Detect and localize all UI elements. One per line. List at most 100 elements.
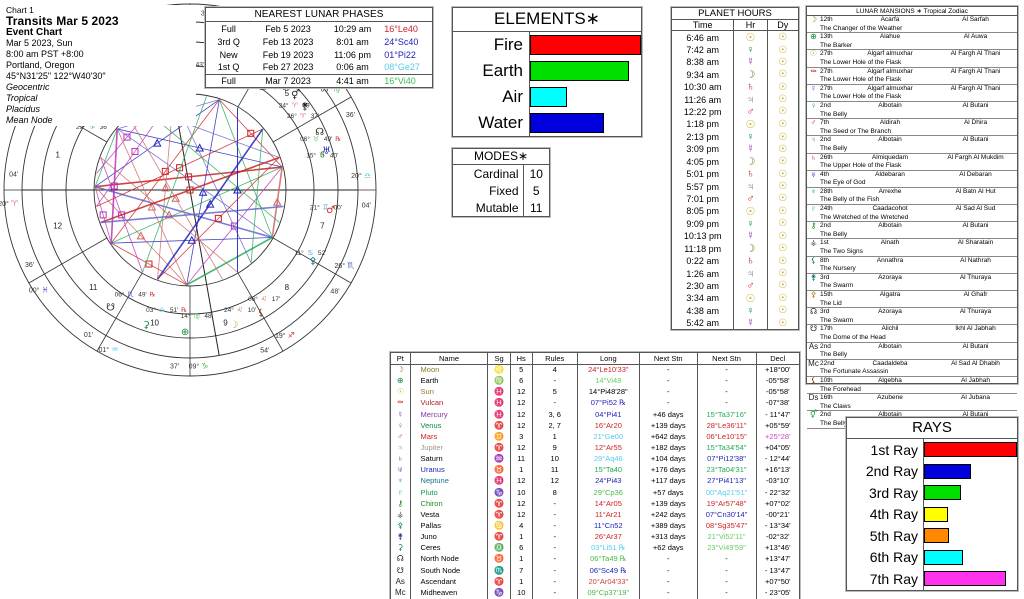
element-row: Water <box>453 110 641 136</box>
planet-rules: - <box>532 542 578 554</box>
planet-placement[interactable]: ⊕14° ♍ 48' <box>181 312 213 338</box>
lunar-mansion-planet-glyph: ♀ <box>810 100 817 110</box>
lunar-mansion-meaning: The Lower Hole of the Flask <box>820 76 902 84</box>
lunar-mansion-arabic: Al Ghafr <box>963 291 988 299</box>
lunar-mansion-main: ☊ 3rd Azoraya Al Thuraya <box>807 308 1017 317</box>
table-row[interactable]: ♅ Uranus ♉ 1 11 15°Ta40 +176 days 23°Ta04'31" +1… <box>391 464 799 476</box>
aspect-line <box>111 242 187 286</box>
planet-hour-time: 12:22 pm <box>672 105 735 118</box>
lunar-phases-title: NEAREST LUNAR PHASES <box>206 8 432 22</box>
table-row[interactable]: ☿ Mercury ♓ 12 3, 6 04°Pi41 +46 days 15°Ta37'16… <box>391 408 799 420</box>
table-row[interactable]: ♄ Saturn ♒ 11 10 29°Aq46 +104 days 07°Pi12'38" -… <box>391 453 799 465</box>
table-row[interactable]: ♃ Jupiter ♈ 12 9 12°Ar55 +182 days 15°Ta34'54" +… <box>391 441 799 454</box>
lunar-mansion-planet-glyph: ⊕ <box>810 32 817 42</box>
aspect-line <box>157 157 280 280</box>
lunar-mansion-main: Mc 22nd Caadaldeba Al Sad Al Dhabih <box>807 359 1017 369</box>
planet-rules: - <box>532 497 578 509</box>
lunar-mansion-row: Mc 22nd Caadaldeba Al Sad Al Dhabih The Fort… <box>807 359 1017 377</box>
table-row[interactable]: ☉ Sun ♓ 12 5 14°Pi48'28" - - -05°58' <box>391 386 799 398</box>
lunar-mansion-name: Algebha <box>878 376 902 384</box>
lunar-mansion-name: Algarf almuxhar <box>867 50 913 58</box>
lunar-mansion-number: 2nd <box>820 136 831 144</box>
table-row[interactable]: ⚷ Chiron ♈ 12-14°Ar05 +139 days 19°Ar57'48" +0… <box>391 497 799 509</box>
planet-hour-ruler-glyph: ♀ <box>733 217 768 231</box>
lunar-mansion-number: 22nd <box>820 359 835 367</box>
planet-hour-row: 8:38 am ☿ ☉ <box>672 56 798 69</box>
ray-row: 7th Ray <box>847 568 1017 590</box>
table-row[interactable]: As Ascendant ♈ 1-20°Ar04'33" - - +07°50' <box>391 575 799 587</box>
planet-house: 3 <box>510 430 533 442</box>
planet-sign-glyph: ♈ <box>487 441 511 454</box>
planet-next-station-days: +104 days <box>639 453 698 465</box>
table-row[interactable]: ♂ Mars ♊ 3 1 21°Ge00 +642 days 06°Le10'15" +25°2… <box>391 430 799 442</box>
lunar-phase-name: 1st Q <box>217 62 240 73</box>
planet-next-station-position: 08°Sg35'47" <box>697 519 757 532</box>
planet-placement[interactable]: ☊06° ♉ 49' ℞ <box>300 127 341 143</box>
planet-day-ruler-glyph: ☉ <box>778 44 788 56</box>
planet-placement[interactable]: ♅15° ♉ 40' <box>306 146 338 159</box>
table-row[interactable]: ⚵ Juno ♈ 1-26°Ar37 +313 days 21°Vi52'11" -02°3… <box>391 531 799 543</box>
planet-house: 12 <box>510 397 533 409</box>
lunar-phase-row: Full Feb 5 2023 10:29 am 16°Le40 <box>206 22 432 35</box>
planet-sign-glyph: ♌ <box>487 364 511 376</box>
table-row[interactable]: ♆ Neptune ♓ 12 12 24°Pi43 +117 days 27°Pi41'13"… <box>391 475 799 487</box>
planet-next-station-days: +62 days <box>639 542 698 554</box>
table-row[interactable]: ☊ North Node ♉ 1-06°Ta49 ℞ - - +13°47' <box>391 553 799 565</box>
lunar-mansion-arabic: Al Thuraya <box>959 273 992 281</box>
lunar-mansion-row: ⚸ 8th Annathra Al Nathrah The Nursery <box>807 256 1017 274</box>
lunar-phase-date: Mar 7 2023 <box>251 73 325 87</box>
placement-sign-glyph: ♌ <box>261 295 267 303</box>
planet-glyph: ⚴ <box>391 519 411 532</box>
planet-placement[interactable]: ♂21° ♊ 00' <box>310 204 342 216</box>
placement-sign-glyph: ♍ <box>193 312 200 320</box>
planet-sign-glyph: ♑ <box>487 486 511 498</box>
planet-sign-glyph: ♓ <box>487 475 511 487</box>
planet-rules: - <box>532 397 578 409</box>
planet-hour-row: 9:09 pm ♀ ☉ <box>672 217 798 231</box>
table-row[interactable]: ⚶ Vesta ♈ 12-11°Ar21 +242 days 07°Cn30'14" -00… <box>391 508 799 520</box>
planet-next-station-position: - <box>697 397 757 409</box>
planet-hour-ruler-glyph: ☿ <box>733 56 768 69</box>
table-row[interactable]: ⊕ Earth ♍ 6-14°Vi48- - -05°58' <box>391 375 799 387</box>
planet-longitude: 12°Ar55 <box>577 441 640 454</box>
aspect-line <box>128 117 223 280</box>
table-row[interactable]: ♀ Venus ♈ 12 2, 7 16°Ar20 +139 days 28°Le36'11"… <box>391 419 799 431</box>
planet-name: Uranus <box>410 464 489 476</box>
lunar-mansion-number: 2nd <box>820 411 831 419</box>
lunar-mansion-arabic: Al Butani <box>962 222 989 230</box>
planet-longitude: 24°Pi43 <box>577 475 640 487</box>
lunar-phase-row: 1st Q Feb 27 2023 0:06 am 08°Ge27 <box>206 61 432 74</box>
planet-name: Mars <box>410 430 489 442</box>
lunar-phase-row: Full Mar 7 2023 4:41 am 16°Vi40 <box>206 73 432 87</box>
table-row[interactable]: ♇ Pluto ♑ 10 8 29°Cp36 +57 days 00°Aq21'51" - 22… <box>391 486 799 498</box>
lunar-mansion-meaning: The Belly <box>820 144 848 152</box>
table-row[interactable]: ⚰ Vulcan ♓ 12-07°Pi52 ℞ - - -07°38' <box>391 397 799 409</box>
lunar-mansion-planet-glyph: As <box>808 341 819 351</box>
planet-house: 6 <box>510 375 533 387</box>
table-row[interactable]: ⚳ Ceres ♎ 6-03°Li51 ℞ +62 days 23°Vi49'59" +13… <box>391 542 799 554</box>
lunar-mansions-panel: LUNAR MANSIONS ∗ Tropical Zodiac ☽ 12th Ac… <box>805 5 1019 429</box>
table-row[interactable]: ☽ Moon ♌ 5 4 24°Le10'33" - - +18°00' <box>391 364 799 376</box>
planet-hour-row: 1:26 am ♃ ☉ <box>672 267 798 280</box>
planet-hour-row: 5:42 am ☿ ☉ <box>672 317 798 330</box>
planet-sign-glyph: ♏ <box>487 564 511 576</box>
planet-declination: -05°58' <box>765 387 790 397</box>
lunar-mansion-number: 13th <box>820 33 833 41</box>
planet-next-station-position: 00°Aq21'51" <box>697 486 757 498</box>
lunar-mansion-number: 2nd <box>820 101 831 109</box>
cusp-minute: 54' <box>260 347 269 354</box>
planet-hour-ruler-glyph: ♂ <box>733 105 768 118</box>
placement-degree: 11° <box>294 249 304 257</box>
table-row[interactable]: ☋ South Node ♏ 7-06°Sc49 ℞ - - - 13°47' <box>391 564 799 576</box>
table-row[interactable]: Mc Midheaven ♑ 10-09°Cp37'19" - - - 23°05' <box>391 586 799 598</box>
planet-placement[interactable]: ☽ 24° ♌ 10' <box>224 306 256 331</box>
planet-hour-row: 4:38 am ♀ ☉ <box>672 304 798 317</box>
placement-sign-glyph: ♈ <box>300 112 307 120</box>
table-row[interactable]: ⚴ Pallas ♋ 4-11°Cn52 +389 days 08°Sg35'47" - 1… <box>391 519 799 532</box>
ray-row: 4th Ray <box>847 503 1017 525</box>
lunar-mansion-main: ☋ 17th Alichil Ikhl Al Jabhah <box>807 325 1017 334</box>
lunar-mansion-row: ⚸ 10th Algebha Al Jabhah The Forehead <box>807 376 1017 395</box>
lunar-mansion-name: Almiquedam <box>871 153 909 161</box>
planet-sign-glyph: ♉ <box>487 553 511 565</box>
lunar-mansion-planet-glyph: ⚵ <box>810 272 817 282</box>
